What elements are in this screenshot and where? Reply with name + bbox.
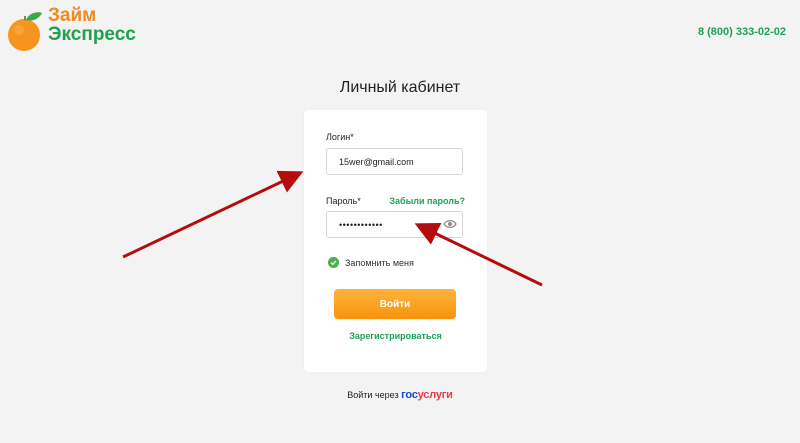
login-input[interactable] [326,148,463,175]
remember-me-label: Запомнить меня [345,258,414,268]
logo-text-line1: Займ [48,5,97,26]
register-link[interactable]: Зарегистрироваться [304,331,487,341]
annotation-arrow-login [122,170,304,259]
forgot-password-link[interactable]: Забыли пароль? [389,196,465,206]
gosuslugi-prefix: Войти через [347,390,399,400]
gosuslugi-brand-part2: услуги [417,389,453,401]
phone-number[interactable]: 8 (800) 333-02-02 [698,26,786,38]
checkmark-circle-icon [328,257,339,268]
page-title: Личный кабинет [339,79,461,96]
password-label: Пароль* [326,196,361,206]
login-button[interactable]: Войти [334,289,456,319]
gosuslugi-brand-part1: гос [401,389,418,401]
gosuslugi-login: Войти через госуслуги [0,389,800,401]
logo-text-line2: Экспресс [48,24,136,45]
login-label: Логин* [326,132,354,142]
orange-fruit-icon [8,12,42,51]
eye-icon[interactable] [443,219,457,229]
logo[interactable]: Займ Экспресс [6,4,146,54]
login-card: Логин* Пароль* Забыли пароль? Запомнить … [304,110,487,372]
logo-text: Займ Экспресс [48,6,136,44]
gosuslugi-link[interactable]: госуслуги [401,389,453,401]
